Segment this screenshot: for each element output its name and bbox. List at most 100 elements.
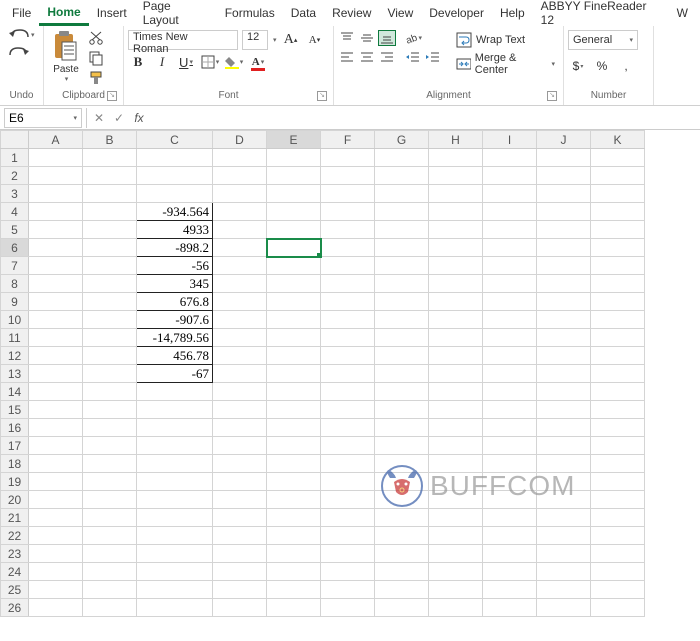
cell-K20[interactable] <box>591 491 645 509</box>
cell-C26[interactable] <box>137 599 213 617</box>
cell-C15[interactable] <box>137 401 213 419</box>
tab-data[interactable]: Data <box>283 2 324 24</box>
cell-I19[interactable] <box>483 473 537 491</box>
cell-H24[interactable] <box>429 563 483 581</box>
orientation-button[interactable]: ab▾ <box>404 30 422 46</box>
cell-C2[interactable] <box>137 167 213 185</box>
cell-F8[interactable] <box>321 275 375 293</box>
cell-G21[interactable] <box>375 509 429 527</box>
cell-D16[interactable] <box>213 419 267 437</box>
enter-formula-button[interactable]: ✓ <box>109 111 129 125</box>
merge-center-button[interactable]: Merge & Center▾ <box>452 54 559 74</box>
cell-D6[interactable] <box>213 239 267 257</box>
cell-G7[interactable] <box>375 257 429 275</box>
column-header-D[interactable]: D <box>213 131 267 149</box>
cell-G11[interactable] <box>375 329 429 347</box>
cell-G2[interactable] <box>375 167 429 185</box>
cell-F18[interactable] <box>321 455 375 473</box>
cell-G26[interactable] <box>375 599 429 617</box>
cell-B4[interactable] <box>83 203 137 221</box>
percent-button[interactable]: % <box>592 56 612 76</box>
cell-J24[interactable] <box>537 563 591 581</box>
cell-B1[interactable] <box>83 149 137 167</box>
cell-H20[interactable] <box>429 491 483 509</box>
cell-J25[interactable] <box>537 581 591 599</box>
cell-D20[interactable] <box>213 491 267 509</box>
cell-A18[interactable] <box>29 455 83 473</box>
cell-J23[interactable] <box>537 545 591 563</box>
cell-C22[interactable] <box>137 527 213 545</box>
cell-C17[interactable] <box>137 437 213 455</box>
cell-G18[interactable] <box>375 455 429 473</box>
cell-C13[interactable]: -67 <box>137 365 213 383</box>
cell-K11[interactable] <box>591 329 645 347</box>
cell-H10[interactable] <box>429 311 483 329</box>
cut-button[interactable] <box>88 30 104 46</box>
cell-G22[interactable] <box>375 527 429 545</box>
cell-C11[interactable]: -14,789.56 <box>137 329 213 347</box>
tab-w[interactable]: W <box>669 2 696 24</box>
cell-E1[interactable] <box>267 149 321 167</box>
cell-K25[interactable] <box>591 581 645 599</box>
cell-B22[interactable] <box>83 527 137 545</box>
row-header-9[interactable]: 9 <box>1 293 29 311</box>
cell-G15[interactable] <box>375 401 429 419</box>
cell-D11[interactable] <box>213 329 267 347</box>
cell-G3[interactable] <box>375 185 429 203</box>
cell-A11[interactable] <box>29 329 83 347</box>
cell-J12[interactable] <box>537 347 591 365</box>
cell-B24[interactable] <box>83 563 137 581</box>
row-header-17[interactable]: 17 <box>1 437 29 455</box>
cell-J1[interactable] <box>537 149 591 167</box>
cell-J22[interactable] <box>537 527 591 545</box>
cell-G5[interactable] <box>375 221 429 239</box>
cell-J5[interactable] <box>537 221 591 239</box>
cell-B26[interactable] <box>83 599 137 617</box>
cell-I16[interactable] <box>483 419 537 437</box>
cell-B23[interactable] <box>83 545 137 563</box>
cell-F21[interactable] <box>321 509 375 527</box>
select-all-corner[interactable] <box>1 131 29 149</box>
cell-K23[interactable] <box>591 545 645 563</box>
cell-J15[interactable] <box>537 401 591 419</box>
row-header-2[interactable]: 2 <box>1 167 29 185</box>
cell-F19[interactable] <box>321 473 375 491</box>
cell-H23[interactable] <box>429 545 483 563</box>
cell-A24[interactable] <box>29 563 83 581</box>
font-name-select[interactable]: Times New Roman <box>128 30 238 50</box>
cell-A1[interactable] <box>29 149 83 167</box>
clipboard-dialog-launcher[interactable]: ↘ <box>107 91 117 101</box>
row-header-11[interactable]: 11 <box>1 329 29 347</box>
cell-C4[interactable]: -934.564 <box>137 203 213 221</box>
align-bottom-button[interactable] <box>378 30 396 46</box>
cell-A20[interactable] <box>29 491 83 509</box>
cell-I20[interactable] <box>483 491 537 509</box>
cell-C24[interactable] <box>137 563 213 581</box>
row-header-13[interactable]: 13 <box>1 365 29 383</box>
cell-D8[interactable] <box>213 275 267 293</box>
cell-A13[interactable] <box>29 365 83 383</box>
cell-A10[interactable] <box>29 311 83 329</box>
cell-D25[interactable] <box>213 581 267 599</box>
cell-E11[interactable] <box>267 329 321 347</box>
cell-B13[interactable] <box>83 365 137 383</box>
row-header-5[interactable]: 5 <box>1 221 29 239</box>
cell-A19[interactable] <box>29 473 83 491</box>
column-header-G[interactable]: G <box>375 131 429 149</box>
cell-B17[interactable] <box>83 437 137 455</box>
cell-K21[interactable] <box>591 509 645 527</box>
decrease-font-button[interactable]: A▾ <box>305 30 325 50</box>
cell-B8[interactable] <box>83 275 137 293</box>
cell-C6[interactable]: -898.2 <box>137 239 213 257</box>
cell-H21[interactable] <box>429 509 483 527</box>
format-painter-button[interactable] <box>88 70 104 86</box>
cell-C1[interactable] <box>137 149 213 167</box>
cell-K4[interactable] <box>591 203 645 221</box>
cell-I23[interactable] <box>483 545 537 563</box>
cell-E3[interactable] <box>267 185 321 203</box>
cell-E12[interactable] <box>267 347 321 365</box>
cell-B12[interactable] <box>83 347 137 365</box>
cell-H9[interactable] <box>429 293 483 311</box>
cell-I2[interactable] <box>483 167 537 185</box>
cell-H7[interactable] <box>429 257 483 275</box>
